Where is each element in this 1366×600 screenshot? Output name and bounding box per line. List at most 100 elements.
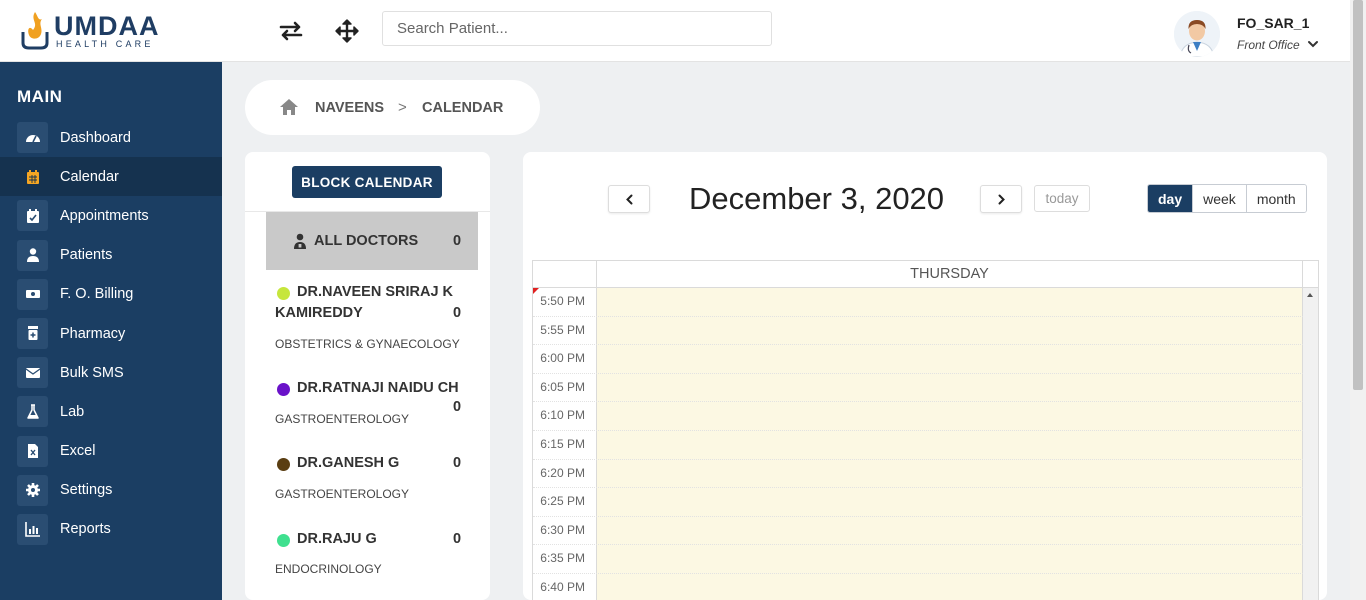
logo-name: UMDAA [54,11,160,41]
logo-flame-icon [21,12,49,50]
calendar-icon [17,161,48,192]
sidebar-item-calendar[interactable]: Calendar [0,157,222,197]
sidebar: MAIN Dashboard Calendar Appointments Pat… [0,62,222,600]
time-slot[interactable]: 6:20 PM [533,460,1303,489]
sidebar-item-appointments[interactable]: Appointments [0,196,222,235]
sidebar-item-bulk-sms[interactable]: Bulk SMS [0,353,222,392]
logo[interactable]: UMDAA HEALTH CARE [20,8,170,52]
time-slot[interactable]: 6:00 PM [533,345,1303,374]
swap-icon[interactable] [278,18,304,44]
view-month-button[interactable]: month [1245,185,1306,212]
appointments-icon [17,200,48,232]
excel-icon [17,435,48,467]
doctor-item[interactable]: DR.RAJU G 0 ENDOCRINOLOGY [245,529,490,579]
view-switcher: day week month [1147,184,1307,213]
page-scrollbar[interactable] [1350,0,1366,600]
time-slot[interactable]: 6:40 PM [533,574,1303,600]
all-doctors-count: 0 [453,233,462,249]
billing-icon [17,278,48,310]
doctor-item[interactable]: DR.GANESH G 0 GASTROENTEROLOGY [245,453,490,503]
top-header: UMDAA HEALTH CARE FO_SAR_1 Front Office [0,0,1350,62]
reports-icon [17,513,48,545]
doctor-specialty: ENDOCRINOLOGY [275,562,382,576]
doctor-name: DR.NAVEEN SRIRAJ K KAMIREDDY [275,284,454,321]
view-week-button[interactable]: week [1192,185,1246,212]
time-slot[interactable]: 6:15 PM [533,431,1303,460]
day-header: THURSDAY [596,261,1303,288]
sidebar-item-label: F. O. Billing [60,286,134,303]
sidebar-item-label: Patients [60,247,113,264]
sidebar-item-label: Settings [60,482,113,499]
sidebar-item-patients[interactable]: Patients [0,236,222,275]
slot-time-label: 6:30 PM [540,522,585,537]
calendar-title: December 3, 2020 [689,181,945,216]
now-indicator [533,288,539,294]
sidebar-item-label: Excel [60,443,96,460]
doctor-item[interactable]: DR.RATNAJI NAIDU CH 0 GASTROENTEROLOGY [245,378,490,428]
doctors-panel: BLOCK CALENDAR ALL DOCTORS 0 DR.NAVEEN S… [245,152,490,600]
time-slot[interactable]: 6:25 PM [533,488,1303,517]
avatar[interactable] [1174,11,1220,57]
sidebar-item-label: Appointments [60,207,149,224]
time-slot[interactable]: 6:05 PM [533,374,1303,403]
chevron-left-icon [626,194,633,205]
time-slot[interactable]: 5:55 PM [533,317,1303,346]
doctor-icon [294,233,306,249]
slot-time-label: 6:10 PM [540,408,585,423]
slot-time-label: 6:35 PM [540,551,585,566]
breadcrumb: NAVEENS > CALENDAR [245,80,540,135]
sidebar-item-lab[interactable]: Lab [0,392,222,431]
logo-tagline: HEALTH CARE [56,39,154,49]
slot-time-label: 6:00 PM [540,351,585,366]
doctor-item[interactable]: DR.NAVEEN SRIRAJ K KAMIREDDY 0 OBSTETRIC… [245,282,490,352]
sidebar-item-pharmacy[interactable]: Pharmacy [0,314,222,353]
block-calendar-button[interactable]: BLOCK CALENDAR [292,166,442,198]
next-button[interactable] [980,185,1022,213]
home-icon[interactable] [279,98,299,116]
search-patient-input[interactable] [382,11,772,46]
move-icon[interactable] [334,18,360,44]
grid-scrollbar[interactable] [1303,288,1318,600]
today-button[interactable]: today [1034,185,1090,212]
patients-icon [17,239,48,271]
dashboard-icon [17,122,48,153]
doctor-count: 0 [453,399,462,415]
all-doctors-label: ALL DOCTORS [314,233,419,249]
sidebar-item-label: Bulk SMS [60,364,124,381]
sidebar-item-dashboard[interactable]: Dashboard [0,118,222,157]
scroll-up-arrow-icon[interactable] [1307,293,1313,297]
slot-time-label: 6:05 PM [540,379,585,394]
chevron-down-icon[interactable] [1306,37,1320,51]
sidebar-title: MAIN [17,87,63,106]
calendar-grid-header: THURSDAY [533,261,1318,288]
page-scrollbar-thumb[interactable] [1353,0,1363,390]
doctor-count: 0 [453,531,462,547]
time-slot[interactable]: 6:35 PM [533,545,1303,574]
doctor-specialty: GASTROENTEROLOGY [275,487,410,501]
sidebar-item-excel[interactable]: Excel [0,432,222,471]
sidebar-menu: Dashboard Calendar Appointments Patients… [0,118,222,549]
slot-time-label: 6:20 PM [540,465,585,480]
pharmacy-icon [17,317,48,349]
time-slot[interactable]: 6:10 PM [533,402,1303,431]
slot-time-label: 6:25 PM [540,494,585,509]
sidebar-item-label: Reports [60,521,111,538]
user-role[interactable]: Front Office [1237,38,1300,52]
sidebar-item-reports[interactable]: Reports [0,510,222,549]
sidebar-item-label: Calendar [60,168,119,185]
sidebar-item-label: Pharmacy [60,325,126,342]
prev-button[interactable] [608,185,650,213]
user-name[interactable]: FO_SAR_1 [1237,15,1309,31]
doctor-count: 0 [453,305,462,321]
doctor-name: DR.RAJU G [297,531,377,547]
slot-time-label: 6:15 PM [540,437,585,451]
sidebar-item-settings[interactable]: Settings [0,471,222,510]
time-slot[interactable]: 5:50 PM [533,288,1303,317]
all-doctors-item[interactable]: ALL DOCTORS 0 [266,212,478,270]
settings-icon [17,474,48,506]
view-day-button[interactable]: day [1148,185,1193,212]
time-slot[interactable]: 6:30 PM [533,517,1303,546]
sms-icon [17,357,48,389]
sidebar-item-billing[interactable]: F. O. Billing [0,275,222,314]
breadcrumb-item-naveens[interactable]: NAVEENS [315,100,384,116]
